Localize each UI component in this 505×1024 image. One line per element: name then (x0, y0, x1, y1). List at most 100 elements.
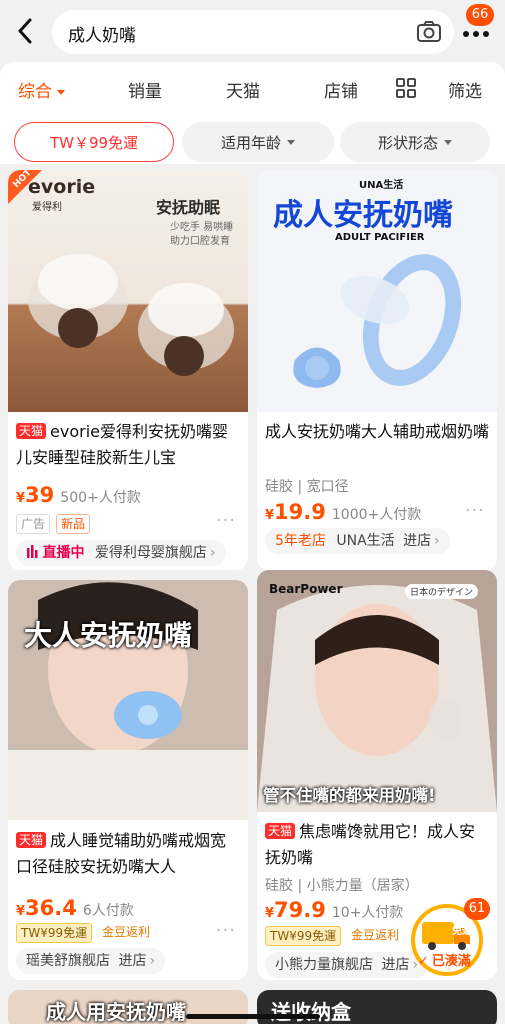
product-card[interactable]: HOT evorie 爱得利 安抚助眠 少吃手 易哄睡 助力口腔发育 天猫 evo… (8, 170, 248, 570)
image-title: 成人安抚奶嘴 (273, 198, 453, 233)
chip-label: 适用年龄 (220, 133, 281, 152)
price-value: 39 (25, 483, 55, 507)
tab-sales[interactable]: 销量 (128, 77, 162, 102)
truck-label: 免運 (452, 926, 472, 937)
free-shipping-tag: TW¥99免運 (16, 923, 93, 943)
caret-down-icon (444, 139, 452, 145)
cart-count-badge: 61 (464, 898, 490, 920)
product-title[interactable]: 天猫 成人睡觉辅助奶嘴戒烟宽口径硅胶安抚奶嘴大人 (16, 828, 240, 880)
tab-comprehensive[interactable]: 综合 (18, 77, 65, 102)
camera-icon[interactable] (416, 20, 442, 44)
shop-name: 瑶美舒旗舰店 (26, 953, 110, 969)
image-title: 送收纳盒 (271, 1000, 351, 1024)
search-query: 成人奶嘴 (68, 26, 136, 46)
caret-down-icon (57, 89, 65, 95)
product-image[interactable]: 大人安抚奶嘴 (8, 580, 248, 820)
brand-sub: 爱得利 (32, 202, 62, 213)
tmall-tag: 天猫 (265, 823, 296, 839)
sold-count: 1000+人付款 (331, 507, 422, 523)
back-button[interactable] (10, 14, 40, 48)
cart-status-text: 已湊滿 (431, 954, 471, 969)
tag-row: TW¥99免運 金豆返利 (265, 926, 403, 946)
product-title[interactable]: 天猫 evorie爱得利安抚奶嘴婴儿安睡型硅胶新生儿宝 (16, 419, 240, 471)
tag-row: TW¥99免運 金豆返利 (16, 923, 154, 943)
tmall-tag: 天猫 (16, 832, 47, 848)
tab-label: 综合 (18, 82, 52, 102)
shop-link[interactable]: 瑶美舒旗舰店 进店 › (16, 948, 166, 974)
shop-link[interactable]: 直播中 爱得利母婴旗舰店 › (16, 540, 226, 566)
image-line: 少吃手 易哄睡 (170, 222, 234, 233)
currency: ¥ (16, 491, 26, 506)
tmall-tag: 天猫 (16, 423, 47, 439)
grid-view-icon[interactable] (396, 78, 416, 98)
gold-bean-tag: 金豆返利 (102, 925, 151, 939)
tab-filter[interactable]: 筛选 (448, 77, 482, 102)
cart-status-label: ✓ 已湊滿 (418, 950, 471, 969)
filter-chip-age[interactable]: 适用年龄 (182, 122, 334, 162)
more-options-icon[interactable]: ··· (465, 500, 485, 521)
shop-name: 爱得利母婴旗舰店 (94, 545, 207, 561)
top-bar: 成人奶嘴 66 (0, 0, 505, 62)
gold-bean-tag: 金豆返利 (351, 928, 400, 942)
chevron-right-icon: › (209, 545, 216, 561)
chevron-right-icon: › (434, 533, 440, 549)
product-price: ¥79.9 10+人付款 (265, 898, 403, 922)
sold-count: 6人付款 (82, 903, 134, 919)
filter-bar: TW￥99免運 适用年龄 形状形态 (0, 114, 505, 164)
product-attributes: 硅胶 | 宽口径 (265, 479, 349, 495)
shop-name: UNA生活 (336, 533, 395, 549)
image-line: 助力口腔发育 (170, 236, 230, 247)
filter-chip-free-shipping[interactable]: TW￥99免運 (14, 122, 174, 162)
ad-tag: 广告 (16, 514, 51, 534)
image-subtitle: ADULT PACIFIER (335, 232, 425, 243)
new-tag: 新品 (56, 514, 91, 534)
product-card[interactable]: UNA生活 成人安抚奶嘴 ADULT PACIFIER 成人安抚奶嘴大人辅助戒烟… (257, 170, 497, 570)
image-brand: BearPower (269, 582, 343, 596)
enter-shop-label: 进店 (403, 533, 432, 549)
free-shipping-tag: TW¥99免運 (265, 926, 342, 946)
image-brand: UNA生活 (359, 180, 404, 191)
sold-count: 500+人付款 (60, 490, 141, 506)
more-options-icon[interactable]: ··· (216, 510, 236, 531)
photo-placeholder (257, 570, 497, 812)
image-title: 大人安抚奶嘴 (24, 619, 193, 652)
product-image[interactable]: BearPower 日本のデザイン 管不住嘴的都来用奶嘴! (257, 570, 497, 812)
currency: ¥ (265, 906, 275, 921)
brand-logo: evorie (28, 176, 96, 198)
product-title[interactable]: 天猫 焦虑嘴馋就用它！成人安抚奶嘴 (265, 819, 489, 871)
product-price: ¥19.9 1000+人付款 (265, 500, 421, 524)
live-icon (27, 545, 38, 558)
tag-row: 广告 新品 (16, 514, 91, 534)
home-indicator (186, 1014, 320, 1019)
sort-bar: 综合 销量 天猫 店铺 筛选 (0, 62, 505, 114)
product-image[interactable]: UNA生活 成人安抚奶嘴 ADULT PACIFIER (257, 170, 497, 412)
image-title: 安抚助眠 (156, 198, 221, 217)
product-image[interactable]: HOT evorie 爱得利 安抚助眠 少吃手 易哄睡 助力口腔发育 (8, 170, 248, 412)
title-text: evorie爱得利安抚奶嘴婴儿安睡型硅胶新生儿宝 (16, 422, 228, 467)
chevron-right-icon: › (149, 953, 156, 969)
tab-tmall[interactable]: 天猫 (226, 77, 260, 102)
product-price: ¥39 500+人付款 (16, 483, 141, 507)
image-caption: 管不住嘴的都来用奶嘴! (263, 786, 436, 805)
search-input[interactable]: 成人奶嘴 (52, 10, 454, 54)
currency: ¥ (265, 508, 275, 523)
product-title[interactable]: 成人安抚奶嘴大人辅助戒烟奶嘴 (265, 419, 489, 445)
image-badge: 日本のデザイン (405, 584, 479, 599)
notification-badge: 66 (466, 4, 494, 26)
currency: ¥ (16, 904, 26, 919)
caret-down-icon (287, 139, 295, 145)
title-text: 焦虑嘴馋就用它！成人安抚奶嘴 (265, 822, 476, 867)
check-icon: ✓ (418, 954, 429, 969)
sold-count: 10+人付款 (331, 905, 404, 921)
tab-shops[interactable]: 店铺 (324, 77, 358, 102)
filter-chip-shape[interactable]: 形状形态 (340, 122, 490, 162)
back-arrow-icon (18, 18, 32, 44)
image-title: 成人用安抚奶嘴 (46, 1000, 186, 1024)
price-value: 79.9 (274, 898, 326, 922)
product-attributes: 硅胶 | 小熊力量（居家） (265, 878, 419, 894)
more-options-icon[interactable]: ··· (216, 920, 236, 941)
shop-link[interactable]: 5年老店 UNA生活 进店 › (265, 528, 450, 554)
enter-shop-label: 进店 (118, 953, 147, 969)
product-card[interactable]: 大人安抚奶嘴 天猫 成人睡觉辅助奶嘴戒烟宽口径硅胶安抚奶嘴大人 ¥36.4 6人付款… (8, 580, 248, 980)
chip-label: 形状形态 (377, 133, 438, 152)
